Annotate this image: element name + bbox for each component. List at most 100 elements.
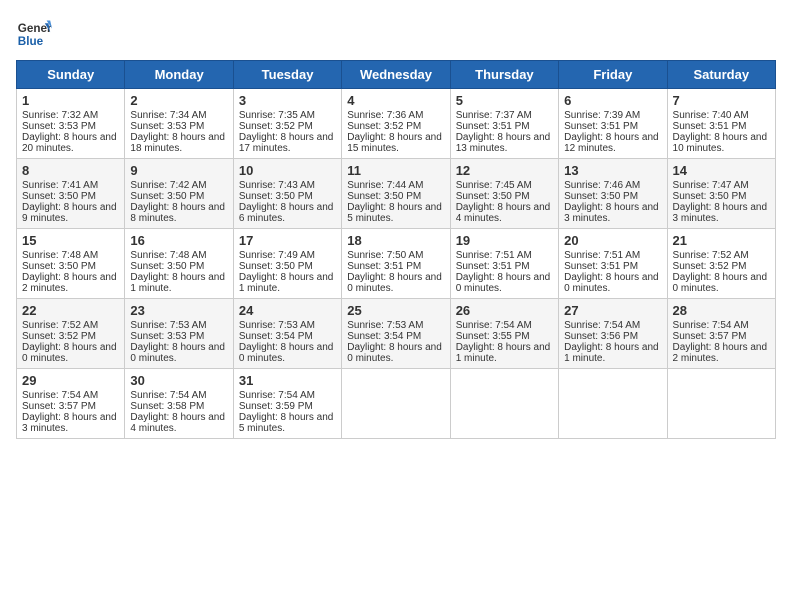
sunrise-text: Sunrise: 7:53 AM [130, 320, 206, 331]
day-number: 10 [239, 163, 336, 178]
calendar-cell: 24Sunrise: 7:53 AMSunset: 3:54 PMDayligh… [233, 299, 341, 369]
sunset-text: Sunset: 3:59 PM [239, 401, 313, 412]
sunset-text: Sunset: 3:50 PM [130, 261, 204, 272]
calendar-cell: 27Sunrise: 7:54 AMSunset: 3:56 PMDayligh… [559, 299, 667, 369]
calendar-cell: 31 Sunrise: 7:54 AMSunset: 3:59 PMDayligh… [233, 369, 341, 439]
day-number: 3 [239, 93, 336, 108]
daylight-label: Daylight: 8 hours and 0 minutes. [347, 342, 442, 364]
calendar-cell: 6Sunrise: 7:39 AMSunset: 3:51 PMDaylight… [559, 89, 667, 159]
sunset-text: Sunset: 3:51 PM [564, 261, 638, 272]
sunset-text: Sunset: 3:50 PM [456, 191, 530, 202]
calendar-cell: 8Sunrise: 7:41 AMSunset: 3:50 PMDaylight… [17, 159, 125, 229]
daylight-label: Daylight: 8 hours and 0 minutes. [564, 272, 659, 294]
daylight-label: Daylight: 8 hours and 1 minute. [456, 342, 551, 364]
calendar-cell: 5Sunrise: 7:37 AMSunset: 3:51 PMDaylight… [450, 89, 558, 159]
sunrise-text: Sunrise: 7:53 AM [347, 320, 423, 331]
sunrise-text: Sunrise: 7:54 AM [239, 390, 315, 401]
daylight-label: Daylight: 8 hours and 18 minutes. [130, 132, 225, 154]
daylight-label: Daylight: 8 hours and 6 minutes. [239, 202, 334, 224]
calendar-cell: 20Sunrise: 7:51 AMSunset: 3:51 PMDayligh… [559, 229, 667, 299]
calendar-cell [667, 369, 775, 439]
calendar-cell: 15Sunrise: 7:48 AMSunset: 3:50 PMDayligh… [17, 229, 125, 299]
sunset-text: Sunset: 3:57 PM [673, 331, 747, 342]
sunrise-text: Sunrise: 7:48 AM [130, 250, 206, 261]
daylight-label: Daylight: 8 hours and 0 minutes. [456, 272, 551, 294]
sunrise-text: Sunrise: 7:34 AM [130, 110, 206, 121]
sunset-text: Sunset: 3:50 PM [673, 191, 747, 202]
day-number: 31 [239, 373, 336, 388]
day-number: 8 [22, 163, 119, 178]
calendar-cell: 7Sunrise: 7:40 AMSunset: 3:51 PMDaylight… [667, 89, 775, 159]
calendar-cell: 4Sunrise: 7:36 AMSunset: 3:52 PMDaylight… [342, 89, 450, 159]
sunset-text: Sunset: 3:52 PM [22, 331, 96, 342]
weekday-header-row: SundayMondayTuesdayWednesdayThursdayFrid… [17, 61, 776, 89]
sunset-text: Sunset: 3:51 PM [456, 261, 530, 272]
daylight-label: Daylight: 8 hours and 17 minutes. [239, 132, 334, 154]
calendar-cell [450, 369, 558, 439]
sunset-text: Sunset: 3:51 PM [673, 121, 747, 132]
sunrise-text: Sunrise: 7:40 AM [673, 110, 749, 121]
sunrise-text: Sunrise: 7:35 AM [239, 110, 315, 121]
daylight-label: Daylight: 8 hours and 20 minutes. [22, 132, 117, 154]
daylight-label: Daylight: 8 hours and 0 minutes. [673, 272, 768, 294]
daylight-label: Daylight: 8 hours and 0 minutes. [347, 272, 442, 294]
calendar-cell: 25Sunrise: 7:53 AMSunset: 3:54 PMDayligh… [342, 299, 450, 369]
calendar-cell: 13Sunrise: 7:46 AMSunset: 3:50 PMDayligh… [559, 159, 667, 229]
sunset-text: Sunset: 3:57 PM [22, 401, 96, 412]
sunset-text: Sunset: 3:50 PM [564, 191, 638, 202]
logo: General Blue [16, 16, 52, 52]
sunset-text: Sunset: 3:52 PM [673, 261, 747, 272]
week-row-5: 29 Sunrise: 7:54 AM Sunset: 3:57 PM Dayligh… [17, 369, 776, 439]
daylight-label: Daylight: 8 hours and 1 minute. [564, 342, 659, 364]
day-number: 18 [347, 233, 444, 248]
sunrise-text: Sunrise: 7:51 AM [456, 250, 532, 261]
sunrise-text: Sunrise: 7:41 AM [22, 180, 98, 191]
sunrise-text: Sunrise: 7:39 AM [564, 110, 640, 121]
sunset-text: Sunset: 3:51 PM [456, 121, 530, 132]
sunrise-text: Sunrise: 7:52 AM [22, 320, 98, 331]
week-row-3: 15Sunrise: 7:48 AMSunset: 3:50 PMDayligh… [17, 229, 776, 299]
day-number: 11 [347, 163, 444, 178]
calendar-cell: 14Sunrise: 7:47 AMSunset: 3:50 PMDayligh… [667, 159, 775, 229]
day-number: 27 [564, 303, 661, 318]
calendar-cell: 16Sunrise: 7:48 AMSunset: 3:50 PMDayligh… [125, 229, 233, 299]
weekday-header-tuesday: Tuesday [233, 61, 341, 89]
day-number: 14 [673, 163, 770, 178]
weekday-header-friday: Friday [559, 61, 667, 89]
daylight-label: Daylight: 8 hours and 1 minute. [239, 272, 334, 294]
sunrise-text: Sunrise: 7:53 AM [239, 320, 315, 331]
sunset-text: Sunset: 3:54 PM [239, 331, 313, 342]
sunrise-text: Sunrise: 7:32 AM [22, 110, 98, 121]
daylight-label: Daylight: 8 hours and 0 minutes. [130, 342, 225, 364]
daylight-label: Daylight: 8 hours and 13 minutes. [456, 132, 551, 154]
daylight-label: Daylight: 8 hours and 2 minutes. [673, 342, 768, 364]
week-row-2: 8Sunrise: 7:41 AMSunset: 3:50 PMDaylight… [17, 159, 776, 229]
calendar-cell: 26Sunrise: 7:54 AMSunset: 3:55 PMDayligh… [450, 299, 558, 369]
daylight-label: Daylight: 8 hours and 2 minutes. [22, 272, 117, 294]
calendar-cell: 10Sunrise: 7:43 AMSunset: 3:50 PMDayligh… [233, 159, 341, 229]
sunrise-text: Sunrise: 7:43 AM [239, 180, 315, 191]
daylight-label: Daylight: 8 hours and 1 minute. [130, 272, 225, 294]
sunset-text: Sunset: 3:50 PM [22, 191, 96, 202]
week-row-4: 22Sunrise: 7:52 AMSunset: 3:52 PMDayligh… [17, 299, 776, 369]
day-number: 13 [564, 163, 661, 178]
calendar-cell: 23Sunrise: 7:53 AMSunset: 3:53 PMDayligh… [125, 299, 233, 369]
weekday-header-sunday: Sunday [17, 61, 125, 89]
sunset-text: Sunset: 3:55 PM [456, 331, 530, 342]
daylight-label: Daylight: 8 hours and 15 minutes. [347, 132, 442, 154]
daylight-label: Daylight: 8 hours and 5 minutes. [239, 412, 334, 434]
day-number: 22 [22, 303, 119, 318]
daylight-label: Daylight: 8 hours and 0 minutes. [22, 342, 117, 364]
sunrise-text: Sunrise: 7:54 AM [564, 320, 640, 331]
day-number: 25 [347, 303, 444, 318]
calendar-cell [559, 369, 667, 439]
sunrise-text: Sunrise: 7:48 AM [22, 250, 98, 261]
calendar-cell: 21Sunrise: 7:52 AMSunset: 3:52 PMDayligh… [667, 229, 775, 299]
daylight-label: Daylight: 8 hours and 4 minutes. [130, 412, 225, 434]
day-number: 17 [239, 233, 336, 248]
sunrise-text: Sunrise: 7:47 AM [673, 180, 749, 191]
day-number: 26 [456, 303, 553, 318]
day-number: 23 [130, 303, 227, 318]
day-number: 29 [22, 373, 119, 388]
day-number: 12 [456, 163, 553, 178]
